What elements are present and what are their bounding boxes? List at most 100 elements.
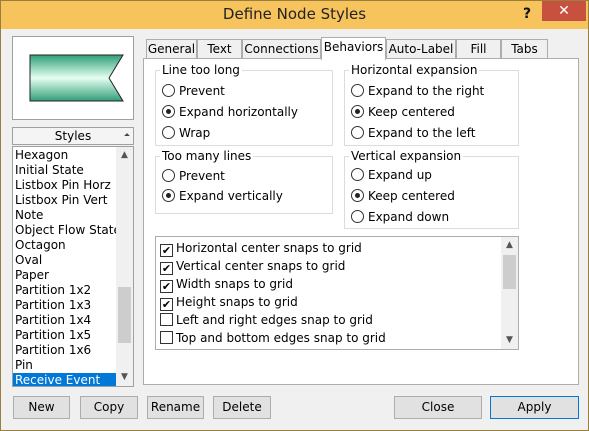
radio-prevent[interactable]: Prevent: [162, 82, 225, 100]
list-item[interactable]: Initial State: [15, 163, 84, 178]
list-item[interactable]: Partition 1x4: [15, 313, 91, 328]
radio-expand-vertically[interactable]: Expand vertically: [162, 187, 283, 205]
tab-general[interactable]: General: [146, 39, 197, 59]
radio-button[interactable]: [351, 168, 364, 181]
list-item[interactable]: Partition 1x3: [15, 298, 91, 313]
tab-auto-label[interactable]: Auto-Label: [386, 39, 456, 59]
radio-label: Wrap: [179, 126, 211, 140]
list-item[interactable]: Partition 1x6: [15, 343, 91, 358]
radio-button-selected[interactable]: [351, 189, 364, 202]
radio-keep-centered-v[interactable]: Keep centered: [351, 187, 455, 205]
checkbox-label: Height snaps to grid: [176, 295, 298, 309]
list-item[interactable]: ✔ Width snaps to grid: [160, 275, 293, 293]
checkbox-label: Horizontal center snaps to grid: [176, 241, 362, 255]
dropdown-arrow-icon: [124, 133, 130, 139]
radio-label: Expand to the right: [368, 84, 485, 98]
list-item[interactable]: Partition 1x5: [15, 328, 91, 343]
radio-button[interactable]: [351, 126, 364, 139]
checkbox-checked[interactable]: ✔: [160, 262, 173, 275]
new-button[interactable]: New: [13, 396, 70, 419]
radio-button[interactable]: [162, 126, 175, 139]
group-title: Horizontal expansion: [349, 62, 480, 78]
list-item[interactable]: Left and right edges snap to grid: [160, 311, 373, 329]
apply-button[interactable]: Apply: [490, 396, 579, 419]
styles-list[interactable]: Hexagon Initial State Listbox Pin Horz L…: [12, 146, 134, 387]
scroll-up-arrow-icon[interactable]: ▲: [116, 147, 133, 164]
title-bar[interactable]: Define Node Styles ? ✕: [1, 1, 588, 29]
radio-button[interactable]: [351, 84, 364, 97]
checkbox-unchecked[interactable]: [160, 331, 173, 344]
tab-text[interactable]: Text: [197, 39, 242, 59]
radio-button-selected[interactable]: [351, 105, 364, 118]
group-title: Too many lines: [160, 148, 254, 164]
radio-expand-up[interactable]: Expand up: [351, 166, 432, 184]
radio-button-selected[interactable]: [162, 105, 175, 118]
list-item[interactable]: Octagon: [15, 238, 66, 253]
list-item[interactable]: Partition 1x2: [15, 283, 91, 298]
list-item[interactable]: ✔ Vertical center snaps to grid: [160, 257, 345, 275]
radio-button[interactable]: [351, 210, 364, 223]
too-many-lines-group: Too many lines Prevent Expand vertically: [155, 148, 333, 214]
list-item[interactable]: Object Flow State: [15, 223, 121, 238]
close-button[interactable]: Close: [394, 396, 482, 419]
list-item[interactable]: Top and bottom edges snap to grid: [160, 329, 386, 347]
list-item[interactable]: ✔ Horizontal center snaps to grid: [160, 239, 362, 257]
line-too-long-group: Line too long Prevent Expand horizontall…: [155, 62, 333, 146]
radio-wrap[interactable]: Wrap: [162, 124, 210, 142]
checkbox-unchecked[interactable]: [160, 313, 173, 326]
radio-button-selected[interactable]: [162, 189, 175, 202]
delete-button[interactable]: Delete: [213, 396, 271, 419]
list-item[interactable]: Listbox Pin Horz: [15, 178, 111, 193]
radio-label: Prevent: [179, 169, 225, 183]
radio-label: Prevent: [179, 84, 225, 98]
list-item[interactable]: Note: [15, 208, 43, 223]
list-item[interactable]: Listbox Pin Vert: [15, 193, 108, 208]
define-node-styles-dialog: Define Node Styles ? ✕ Styles Hexagon In…: [0, 0, 589, 431]
tab-fill[interactable]: Fill: [456, 39, 501, 59]
checkbox-checked[interactable]: ✔: [160, 280, 173, 293]
list-item[interactable]: Hexagon: [15, 148, 68, 163]
scroll-down-arrow-icon[interactable]: ▼: [116, 369, 133, 386]
list-item[interactable]: Oval: [15, 253, 42, 268]
list-item[interactable]: Pin: [15, 358, 33, 373]
radio-prevent-lines[interactable]: Prevent: [162, 167, 225, 185]
copy-button[interactable]: Copy: [80, 396, 138, 419]
radio-keep-centered-h[interactable]: Keep centered: [351, 103, 455, 121]
radio-button[interactable]: [162, 84, 175, 97]
horizontal-expansion-group: Horizontal expansion Expand to the right…: [344, 62, 519, 146]
snap-options-checklist[interactable]: ✔ Horizontal center snaps to grid ✔ Vertic…: [155, 236, 519, 350]
list-item[interactable]: Paper: [15, 268, 49, 283]
group-title: Vertical expansion: [349, 148, 464, 164]
checkbox-checked[interactable]: ✔: [160, 298, 173, 311]
styles-list-scrollbar[interactable]: ▲ ▼: [116, 147, 133, 386]
radio-label: Expand vertically: [179, 189, 283, 203]
radio-label: Expand to the left: [368, 126, 476, 140]
snap-list-scrollbar[interactable]: ▲ ▼: [501, 237, 518, 349]
checkbox-checked[interactable]: ✔: [160, 244, 173, 257]
radio-button[interactable]: [162, 169, 175, 182]
radio-expand-horizontally[interactable]: Expand horizontally: [162, 103, 298, 121]
scroll-thumb[interactable]: [118, 287, 131, 343]
tab-behaviors[interactable]: Behaviors: [321, 37, 386, 60]
list-item-selected[interactable]: Receive Event: [13, 373, 116, 386]
tab-tabs[interactable]: Tabs: [501, 39, 548, 59]
styles-header-label: Styles: [54, 129, 92, 143]
scroll-down-arrow-icon[interactable]: ▼: [501, 332, 518, 349]
checkbox-label: Top and bottom edges snap to grid: [176, 331, 386, 345]
radio-expand-down[interactable]: Expand down: [351, 208, 449, 226]
help-button[interactable]: ?: [517, 4, 537, 24]
behaviors-panel: Line too long Prevent Expand horizontall…: [143, 58, 579, 385]
styles-dropdown-header[interactable]: Styles: [12, 127, 134, 145]
radio-expand-right[interactable]: Expand to the right: [351, 82, 484, 100]
vertical-expansion-group: Vertical expansion Expand up Keep center…: [344, 148, 519, 229]
radio-label: Expand horizontally: [179, 105, 298, 119]
window-title: Define Node Styles: [222, 5, 367, 23]
close-window-button[interactable]: ✕: [542, 1, 586, 21]
radio-expand-left[interactable]: Expand to the left: [351, 124, 476, 142]
group-title: Line too long: [160, 62, 242, 78]
scroll-thumb[interactable]: [503, 255, 516, 289]
tab-connections[interactable]: Connections: [242, 39, 321, 59]
list-item[interactable]: ✔ Height snaps to grid: [160, 293, 298, 311]
scroll-up-arrow-icon[interactable]: ▲: [501, 237, 518, 254]
rename-button[interactable]: Rename: [147, 396, 204, 419]
